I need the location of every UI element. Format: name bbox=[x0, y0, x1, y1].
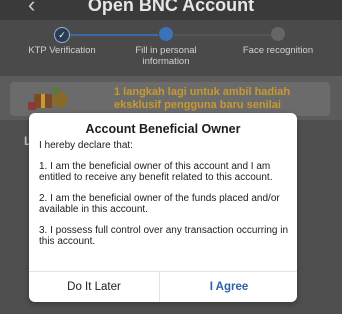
step-label-face: Face recognition bbox=[242, 45, 314, 56]
gift-icon bbox=[28, 87, 68, 110]
step-label-personal-info: Fill in personal information bbox=[135, 45, 197, 67]
app-header: ‹ Open BNC Account bbox=[0, 0, 342, 20]
do-it-later-button[interactable]: Do It Later bbox=[29, 272, 159, 302]
dialog-title: Account Beneficial Owner bbox=[85, 122, 241, 136]
check-icon: ✓ bbox=[54, 27, 70, 43]
beneficial-owner-dialog: Account Beneficial Owner I hereby declar… bbox=[29, 113, 297, 302]
i-agree-button[interactable]: I Agree bbox=[159, 272, 297, 302]
step-connector bbox=[174, 34, 270, 36]
step-inactive-indicator bbox=[271, 27, 285, 41]
promo-text: 1 langkah lagi untuk ambil hadiah eksklu… bbox=[114, 86, 291, 111]
promo-banner[interactable]: 1 langkah lagi untuk ambil hadiah eksklu… bbox=[10, 82, 330, 116]
dialog-body: I hereby declare that: 1. I am the benef… bbox=[39, 140, 289, 257]
step-active-indicator bbox=[159, 27, 173, 41]
step-label-ktp: KTP Verification bbox=[28, 45, 96, 56]
page-title: Open BNC Account bbox=[87, 0, 255, 15]
declaration-item: 3. I possess full control over any trans… bbox=[39, 224, 289, 248]
declaration-item: 2. I am the beneficial owner of the fund… bbox=[39, 192, 280, 216]
declaration-item: 1. I am the beneficial owner of this acc… bbox=[39, 160, 273, 184]
progress-stepper: ✓ KTP Verification Fill in personal info… bbox=[0, 20, 342, 76]
step-connector bbox=[70, 34, 158, 36]
dialog-intro: I hereby declare that: bbox=[39, 140, 133, 151]
dialog-actions: Do It Later I Agree bbox=[29, 271, 297, 302]
